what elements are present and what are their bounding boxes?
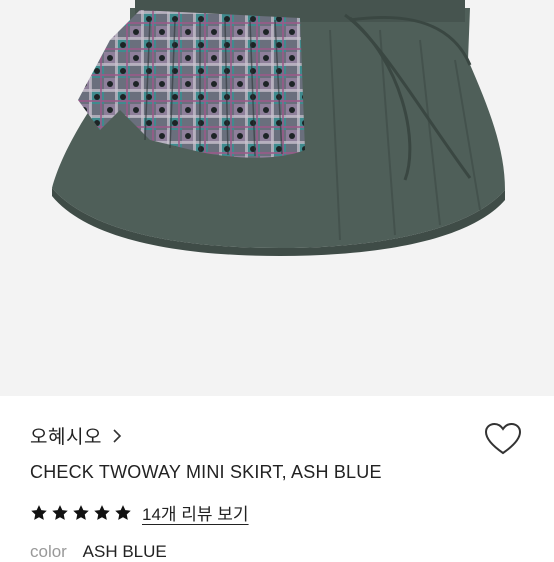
star-icon (52, 504, 68, 520)
product-title: CHECK TWOWAY MINI SKIRT, ASH BLUE (30, 462, 382, 482)
star-icon (115, 504, 131, 520)
chevron-right-icon (112, 428, 122, 443)
rating-stars (30, 504, 132, 522)
review-link[interactable]: 14개 리뷰 보기 (142, 500, 249, 525)
product-info-panel: 오혜시오 CHECK TWOWAY MINI SKIRT, ASH BLUE 1… (0, 396, 554, 561)
star-icon (94, 504, 110, 520)
color-label: color (30, 542, 67, 561)
skirt-illustration (52, 0, 505, 256)
brand-name: 오혜시오 (30, 427, 102, 448)
product-image[interactable] (0, 0, 554, 396)
brand-link[interactable]: 오혜시오 (30, 422, 122, 449)
heart-outline-icon[interactable] (484, 422, 522, 456)
color-value: ASH BLUE (82, 542, 167, 561)
color-row: color ASH BLUE (30, 542, 167, 562)
star-icon (31, 504, 47, 520)
star-icon (73, 504, 89, 520)
rating-row: 14개 리뷰 보기 (30, 500, 249, 525)
